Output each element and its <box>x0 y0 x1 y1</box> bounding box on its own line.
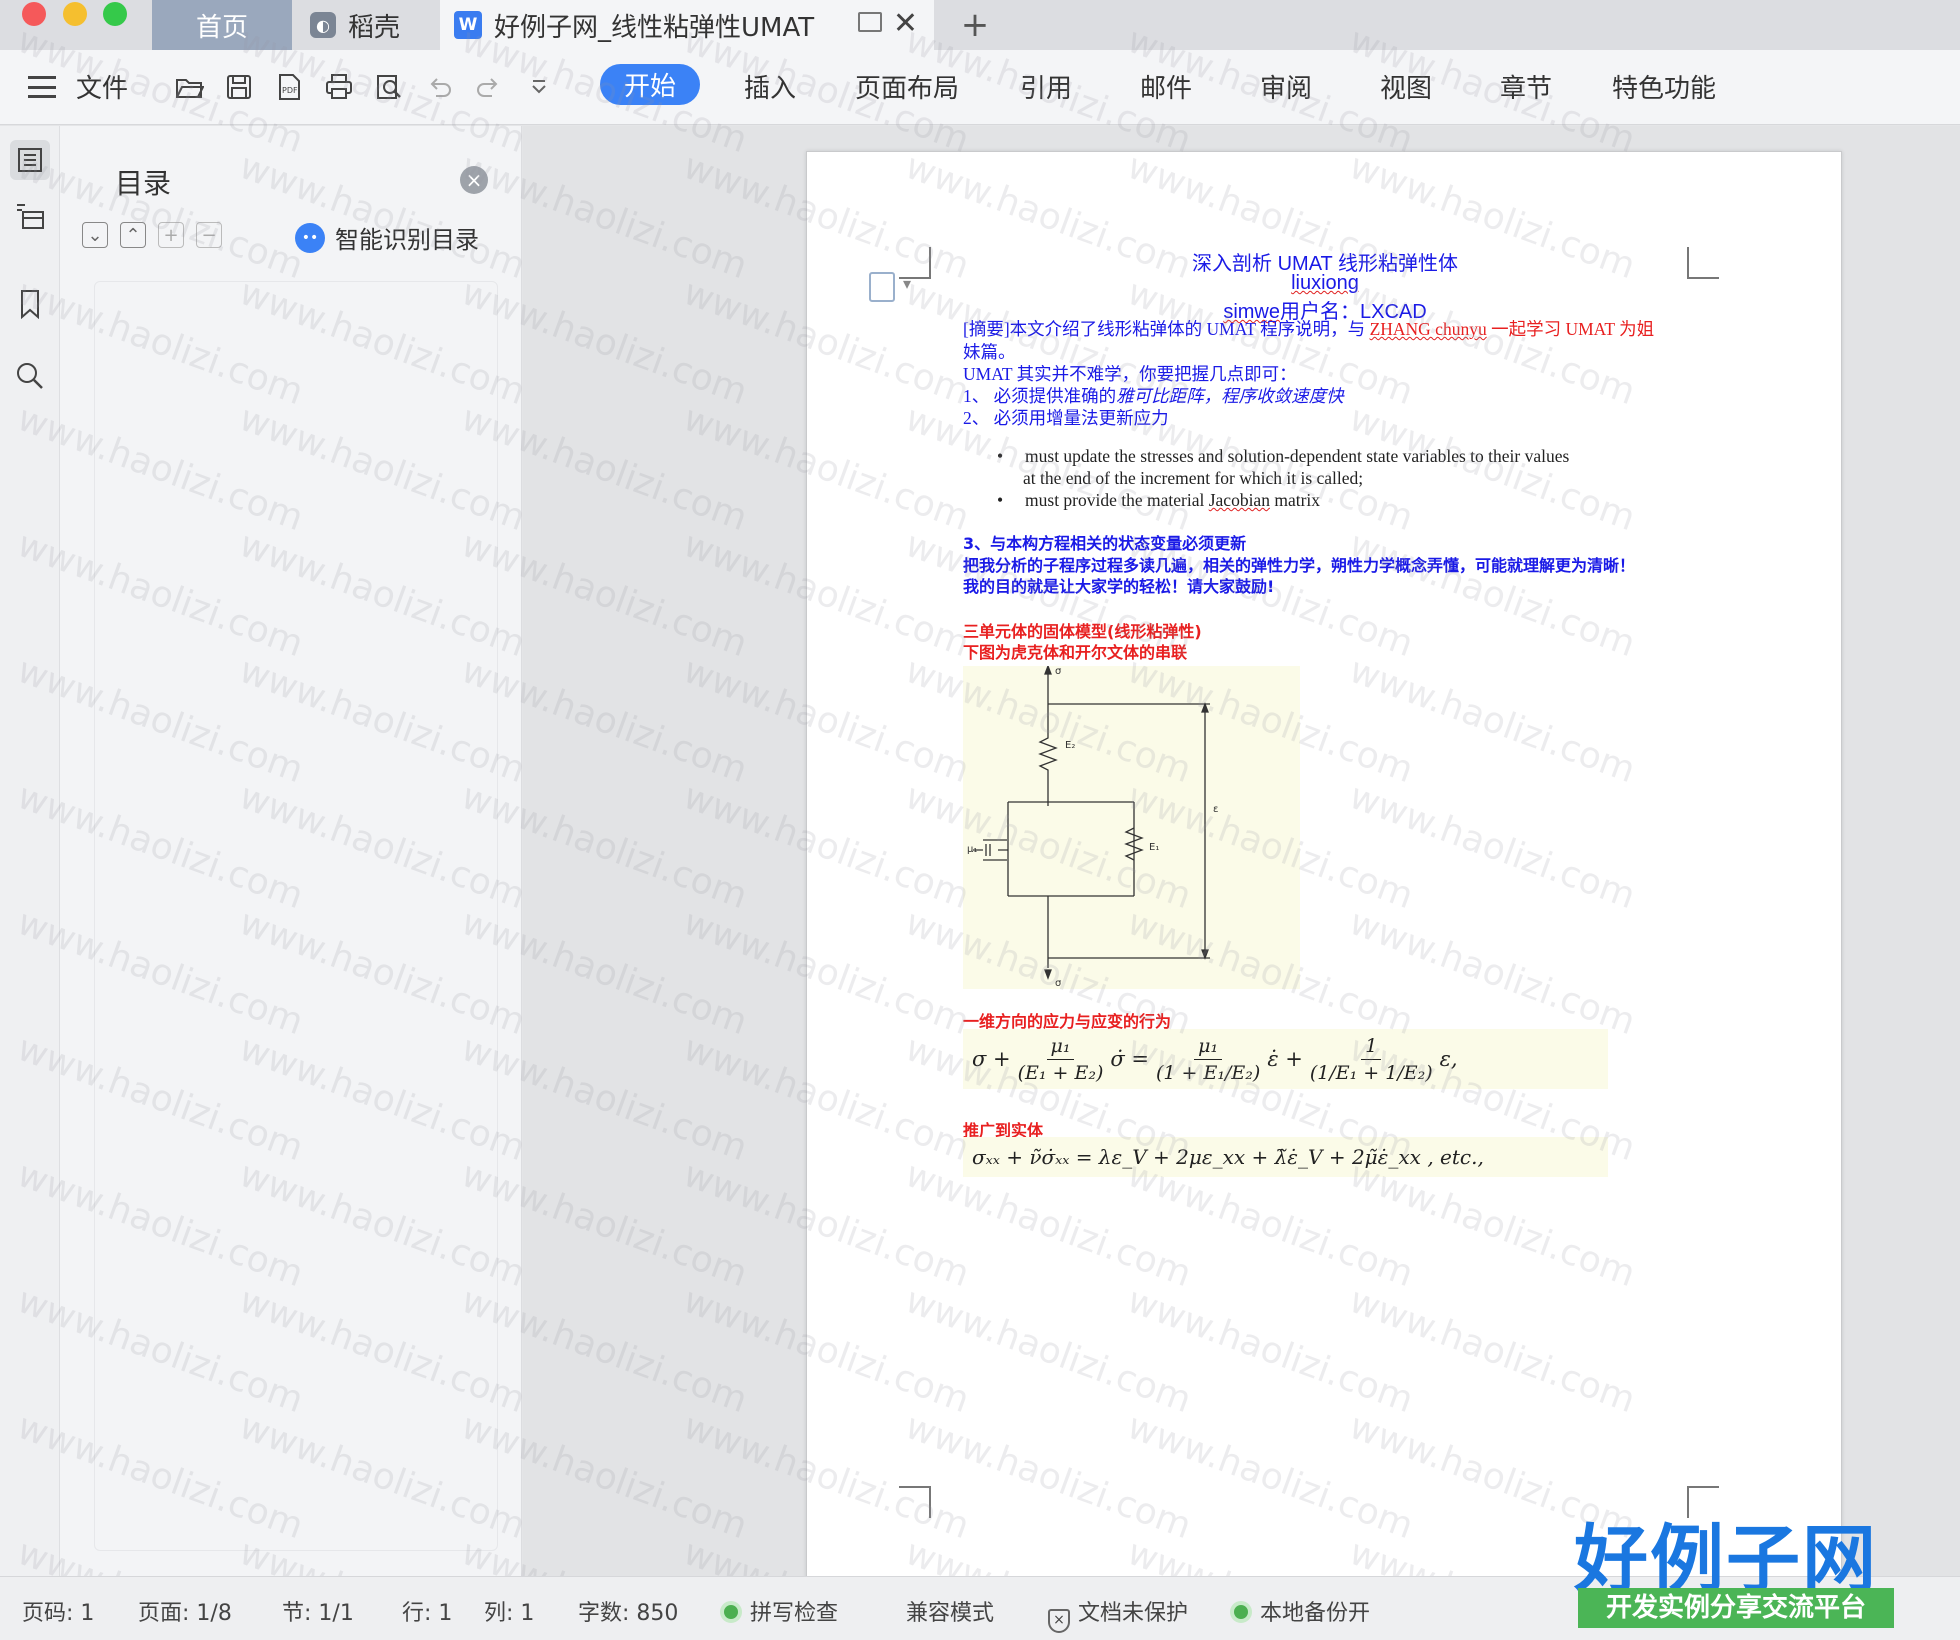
smart-toc-label: 智能识别目录 <box>335 226 479 254</box>
fig-label-sigma-bottom: σ <box>1055 978 1062 989</box>
fig-label-sigma-top: σ <box>1055 666 1062 677</box>
screen-icon[interactable] <box>858 12 882 32</box>
tab-daoke-label: 稻壳 <box>348 12 401 43</box>
bullet-item-1-cont: at the end of the increment for which it… <box>1023 468 1364 488</box>
save-icon[interactable] <box>224 72 254 102</box>
open-folder-icon[interactable] <box>174 72 205 102</box>
status-section: 节: 1/1 <box>282 1601 354 1626</box>
close-window-button[interactable] <box>22 2 46 26</box>
section-subheading-model: 下图为虎克体和开尔文体的串联 <box>963 643 1188 662</box>
new-tab-button[interactable]: + <box>955 0 995 50</box>
advice-line-2: 我的目的就是让大家学的轻松！请大家鼓励! <box>963 577 1275 596</box>
compat-mode[interactable]: 兼容模式 <box>906 1595 994 1627</box>
smart-recognize-icon: •• <box>295 222 325 253</box>
status-row: 行: 1 <box>402 1601 453 1626</box>
document-author: liuxiong <box>1291 272 1359 294</box>
writer-doc-icon: W <box>454 11 482 39</box>
tab-page-layout[interactable]: 页面布局 <box>855 68 959 105</box>
local-backup-toggle[interactable]: 本地备份开 <box>1230 1595 1370 1627</box>
tab-review[interactable]: 审阅 <box>1260 68 1312 105</box>
tab-start[interactable]: 开始 <box>600 64 701 105</box>
spell-check-toggle[interactable]: 拼写检查 <box>720 1595 838 1627</box>
navigation-pane-icon[interactable] <box>10 196 50 236</box>
redo-icon[interactable] <box>474 72 504 102</box>
tab-mailings[interactable]: 邮件 <box>1140 68 1192 105</box>
document-canvas[interactable]: 深入剖析 UMAT 线形粘弹性体 liuxiong simwe用户名：LXCAD… <box>523 126 1960 1576</box>
expand-plus-icon[interactable]: + <box>158 222 184 248</box>
menu-toolbar: 文件 PDF 开始 插入 页面布局 引用 邮件 审阅 视图 章节 特色功能 <box>0 50 1960 125</box>
undo-icon[interactable] <box>424 72 454 102</box>
toc-list[interactable] <box>94 281 498 1551</box>
status-pages[interactable]: 页面: 1/8 <box>138 1595 232 1627</box>
tab-references[interactable]: 引用 <box>1020 68 1072 105</box>
status-page-code[interactable]: 页码: 1 <box>22 1595 94 1627</box>
bullet-item-2: • must provide the material Jacobian mat… <box>997 490 1321 510</box>
fig-label-E1: E₁ <box>1149 842 1160 853</box>
fig-label-epsilon: ε <box>1213 804 1219 815</box>
file-menu[interactable]: 文件 <box>76 68 128 105</box>
print-preview-icon[interactable] <box>374 72 404 102</box>
backup-on-icon <box>1230 1601 1252 1623</box>
brand-tagline: 开发实例分享交流平台 <box>1578 1588 1894 1628</box>
tab-document[interactable]: W 好例子网_线性粘弹性UMAT ✕ <box>440 0 934 50</box>
equation-solid: σₓₓ + ν̃σ̇ₓₓ = λε_V + 2με_xx + λ̃ε̇_V + … <box>963 1137 1608 1177</box>
tab-document-label: 好例子网_线性粘弹性UMAT <box>494 12 815 43</box>
title-tab-bar: 首页 ◐ 稻壳 W 好例子网_线性粘弹性UMAT ✕ + <box>0 0 1960 50</box>
outline-icon[interactable] <box>10 140 50 180</box>
tab-view[interactable]: 视图 <box>1380 68 1432 105</box>
tab-home-label: 首页 <box>195 12 248 43</box>
point-2: 2、 必须用增量法更新应力 <box>963 408 1169 428</box>
bullet-item-1: • must update the stresses and solution-… <box>997 446 1570 466</box>
abstract-line-1: [摘要]本文介绍了线形粘弹体的 UMAT 程序说明，与 ZHANG chunyu… <box>963 319 1655 339</box>
collapse-minus-icon[interactable]: − <box>196 222 222 248</box>
spell-check-on-icon <box>720 1601 742 1623</box>
tab-special-features[interactable]: 特色功能 <box>1612 68 1716 105</box>
chevron-up-icon[interactable]: ⌃ <box>120 222 146 248</box>
status-word-count[interactable]: 字数: 850 <box>578 1595 678 1627</box>
quick-access-dropdown-icon[interactable] <box>524 72 554 102</box>
chevron-down-icon[interactable]: ⌄ <box>82 222 108 248</box>
point-3: 3、与本构方程相关的状态变量必须更新 <box>963 534 1247 553</box>
close-icon[interactable]: × <box>460 166 488 194</box>
margin-mark-bottom-left <box>899 1486 931 1518</box>
svg-text:PDF: PDF <box>282 86 298 95</box>
minimize-window-button[interactable] <box>63 2 87 26</box>
smart-toc-button[interactable]: •• 智能识别目录 <box>295 220 479 255</box>
fig-label-mu1: μ₁ <box>967 844 978 855</box>
equation-1d: σ + μ₁ (E₁ + E₂) σ̇ = μ₁ (1 + E₁/E₂) ε̇ + … <box>963 1029 1608 1089</box>
tab-home[interactable]: 首页 <box>152 0 292 50</box>
menu-icon[interactable] <box>28 76 56 98</box>
search-icon[interactable] <box>10 356 50 396</box>
document-page[interactable]: 深入剖析 UMAT 线形粘弹性体 liuxiong simwe用户名：LXCAD… <box>806 151 1842 1576</box>
shield-icon: × <box>1048 1609 1070 1633</box>
fig-label-E2: E₂ <box>1065 740 1076 751</box>
brand-logo: 好例子网 开发实例分享交流平台 <box>1574 1500 1900 1630</box>
zoom-window-button[interactable] <box>103 2 127 26</box>
rheological-model-figure: σ σ E₂ E₁ μ₁ ε <box>963 664 1300 989</box>
daoke-icon: ◐ <box>310 12 336 38</box>
close-tab-icon[interactable]: ✕ <box>893 6 918 41</box>
document-protection[interactable]: × 文档未保护 <box>1048 1595 1188 1633</box>
status-col: 列: 1 <box>484 1601 535 1626</box>
toc-title: 目录 <box>115 167 172 200</box>
tab-insert[interactable]: 插入 <box>744 68 796 105</box>
side-rail <box>0 126 60 1576</box>
tab-chapter[interactable]: 章节 <box>1500 68 1552 105</box>
tab-daoke[interactable]: ◐ 稻壳 <box>310 0 430 50</box>
print-icon[interactable] <box>324 72 354 102</box>
export-pdf-icon[interactable]: PDF <box>274 72 304 102</box>
toc-panel: 目录 × ⌄ ⌃ + − •• 智能识别目录 <box>60 126 522 1576</box>
bookmark-icon[interactable] <box>10 284 50 324</box>
